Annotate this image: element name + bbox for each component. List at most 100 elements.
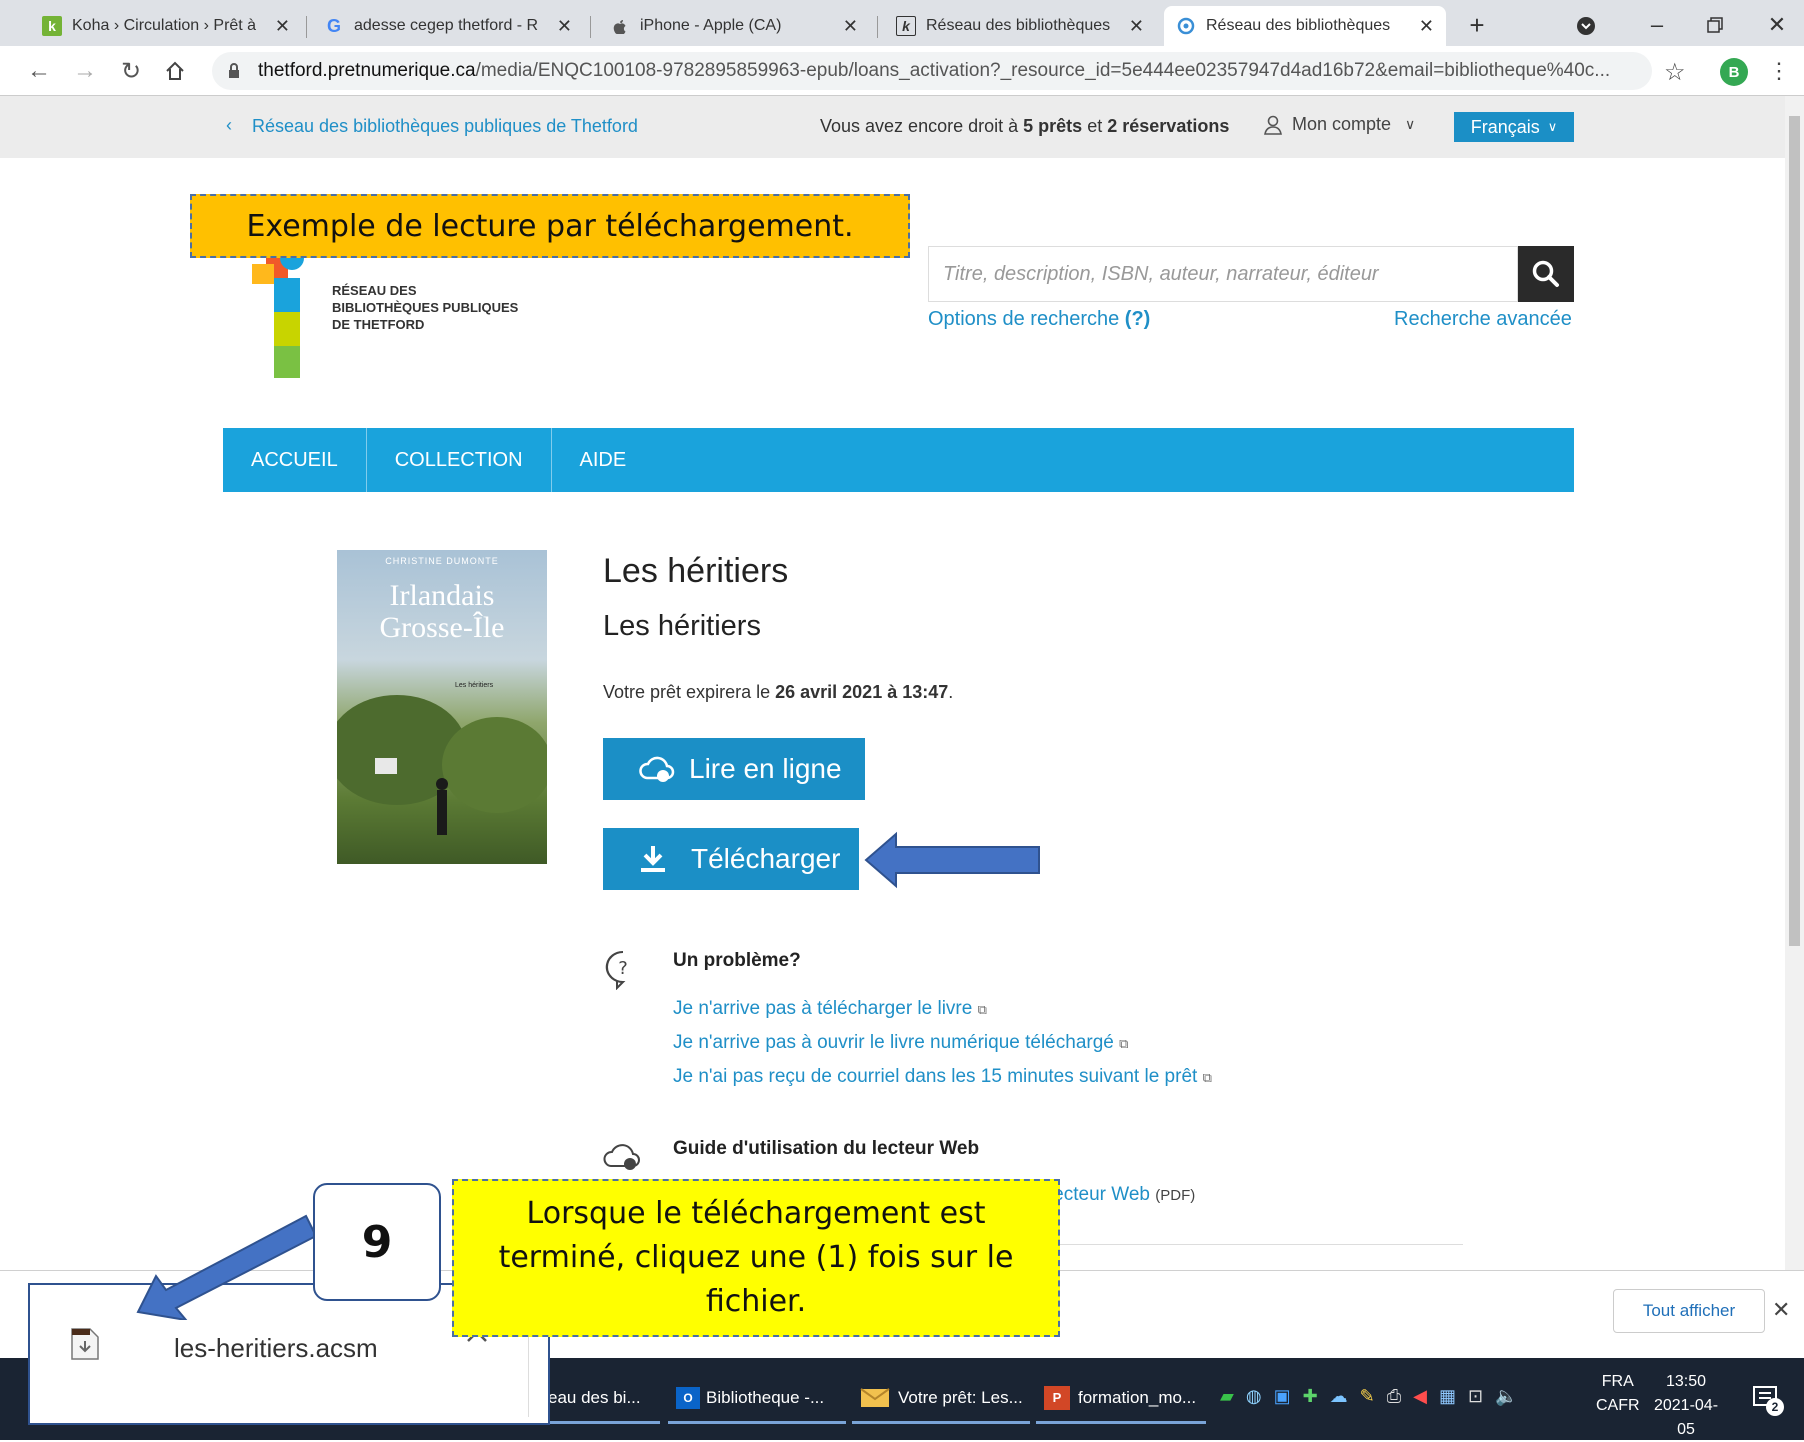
notification-count: 2	[1766, 1398, 1784, 1416]
external-link-icon: ⧉	[1119, 1036, 1129, 1051]
cloud-reader-icon	[602, 1138, 642, 1177]
logo-line-3: DE THETFORD	[332, 317, 425, 332]
nav-collection[interactable]: COLLECTION	[367, 428, 552, 492]
book-title: Les héritiers	[603, 552, 789, 590]
powerpoint-icon: P	[1044, 1385, 1070, 1410]
quota-prefix: Vous avez encore droit à	[820, 116, 1019, 136]
notification-center-icon[interactable]: 2	[1748, 1380, 1784, 1416]
page-scrollbar[interactable]	[1785, 96, 1804, 1270]
read-online-button[interactable]: Lire en ligne	[603, 738, 865, 800]
tab-title: Réseau des bibliothèques	[1206, 17, 1391, 34]
quota-loans-num: 5	[1023, 116, 1034, 136]
tray-shield-icon[interactable]: ✚	[1303, 1386, 1318, 1407]
profile-avatar[interactable]: B	[1720, 58, 1748, 86]
loan-suffix: .	[948, 682, 954, 702]
tray-printer-icon[interactable]: ⎙	[1387, 1386, 1401, 1407]
tray-network-icon[interactable]: ⊡	[1468, 1386, 1483, 1407]
new-tab-icon[interactable]: +	[1462, 10, 1492, 40]
help-link-download[interactable]: Je n'arrive pas à télécharger le livre ⧉	[673, 998, 987, 1020]
taskbar-item-outlook[interactable]: O Bibliotheque -...	[668, 1374, 846, 1424]
guide-title: Guide d'utilisation du lecteur Web	[673, 1138, 980, 1159]
book-cover[interactable]: CHRISTINE DUMONTE Irlandais Grosse-Île L…	[337, 550, 547, 864]
cover-author: CHRISTINE DUMONTE	[385, 556, 499, 566]
site-logo[interactable]	[252, 244, 304, 424]
taskbar-item-browser[interactable]: eau des bi...	[540, 1374, 660, 1424]
taskbar-label: Votre prêt: Les...	[898, 1387, 1023, 1407]
nav-accueil[interactable]: ACCUEIL	[223, 428, 367, 492]
tab-title: adesse cegep thetford - R	[354, 17, 539, 34]
step-number-badge: 9	[313, 1183, 441, 1301]
tab-koha[interactable]: k Koha › Circulation › Prêt à ✕	[30, 6, 302, 46]
tab-divider	[306, 16, 307, 38]
quota-and: et	[1087, 116, 1103, 136]
minimize-icon[interactable]: –	[1642, 10, 1672, 40]
back-arrow-icon[interactable]: ←	[22, 54, 56, 88]
taskbar-item-mail[interactable]: Votre prêt: Les...	[852, 1374, 1030, 1424]
tray-outlook-icon[interactable]: ▣	[1274, 1386, 1291, 1407]
page-content: ‹ Réseau des bibliothèques publiques de …	[0, 96, 1785, 1270]
reload-icon[interactable]: ↻	[114, 54, 148, 88]
svg-text:?: ?	[618, 958, 628, 979]
account-menu[interactable]: Mon compte ∨	[1264, 114, 1415, 135]
logo-text: RÉSEAU DES BIBLIOTHÈQUES PUBLIQUES DE TH…	[332, 282, 518, 333]
language-select[interactable]: Français ∨	[1454, 112, 1574, 142]
restore-icon[interactable]	[1700, 10, 1730, 40]
forward-arrow-icon[interactable]: →	[68, 54, 102, 88]
close-download-shelf-icon[interactable]: ✕	[1772, 1297, 1790, 1323]
help-link-email[interactable]: Je n'ai pas reçu de courriel dans les 15…	[673, 1066, 1212, 1088]
close-tab-icon[interactable]: ✕	[275, 16, 290, 37]
menu-kebab-icon[interactable]: ⋮	[1768, 58, 1790, 84]
clock[interactable]: 13:50 2021-04-05	[1646, 1370, 1726, 1442]
tab-reseau-active[interactable]: Réseau des bibliothèques ✕	[1164, 6, 1446, 46]
tab-apple[interactable]: iPhone - Apple (CA) ✕	[598, 6, 870, 46]
koha-icon: k	[42, 16, 62, 36]
tray-pen-icon[interactable]: ✎	[1360, 1386, 1375, 1407]
help-link-label: Je n'arrive pas à télécharger le livre	[673, 998, 973, 1019]
taskbar-item-powerpoint[interactable]: P formation_mo...	[1036, 1374, 1206, 1424]
close-tab-icon[interactable]: ✕	[557, 16, 572, 37]
close-tab-icon[interactable]: ✕	[1129, 16, 1144, 37]
show-all-downloads-button[interactable]: Tout afficher	[1613, 1289, 1765, 1333]
bookmark-star-icon[interactable]: ☆	[1664, 58, 1686, 87]
close-tab-icon[interactable]: ✕	[843, 16, 858, 37]
external-link-icon: ⧉	[977, 1002, 987, 1017]
back-chevron-icon[interactable]: ‹	[226, 115, 232, 136]
problem-title: Un problème?	[673, 950, 801, 971]
tray-network-globe-icon[interactable]: ◍	[1246, 1386, 1262, 1407]
tray-display-icon[interactable]: ▦	[1439, 1386, 1456, 1407]
search-button[interactable]	[1518, 246, 1574, 302]
advanced-search-link[interactable]: Recherche avancée	[1394, 308, 1572, 331]
browser-tab-bar: k Koha › Circulation › Prêt à ✕ G adesse…	[0, 0, 1804, 46]
tray-volume-icon[interactable]: 🔈	[1495, 1386, 1517, 1407]
tab-google[interactable]: G adesse cegep thetford - R ✕	[312, 6, 584, 46]
tab-reseau-koha[interactable]: k Réseau des bibliothèques ✕	[884, 6, 1156, 46]
close-window-icon[interactable]: ✕	[1762, 10, 1792, 40]
home-icon[interactable]	[158, 54, 192, 88]
search-options-label: Options de recherche	[928, 308, 1120, 330]
account-label: Mon compte	[1292, 114, 1392, 134]
tray-red-icon[interactable]: ◀	[1413, 1386, 1427, 1407]
tab-title: Réseau des bibliothèques	[926, 17, 1111, 34]
library-back-link[interactable]: Réseau des bibliothèques publiques de Th…	[252, 116, 638, 137]
scrollbar-thumb[interactable]	[1789, 116, 1800, 946]
search-input[interactable]: Titre, description, ISBN, auteur, narrat…	[928, 246, 1518, 302]
close-tab-icon[interactable]: ✕	[1419, 16, 1434, 37]
url-host: thetford.pretnumerique.ca	[258, 60, 476, 81]
koha-icon: k	[896, 16, 916, 36]
tab-search-icon[interactable]	[1574, 14, 1598, 38]
nav-aide[interactable]: AIDE	[552, 428, 655, 492]
tray-onedrive-icon[interactable]: ☁	[1330, 1386, 1348, 1407]
download-button[interactable]: Télécharger	[603, 828, 859, 890]
search-icon	[1532, 260, 1559, 287]
input-language[interactable]: FRA CAFR	[1596, 1370, 1640, 1418]
help-link-open[interactable]: Je n'arrive pas à ouvrir le livre numéri…	[673, 1032, 1128, 1054]
book-subtitle: Les héritiers	[603, 610, 761, 642]
address-bar[interactable]: thetford.pretnumerique.ca/media/ENQC1001…	[212, 52, 1652, 90]
external-link-icon: ⧉	[1202, 1070, 1212, 1085]
search-options-link[interactable]: Options de recherche (?)	[928, 308, 1150, 331]
download-label: Télécharger	[691, 843, 841, 874]
browser-toolbar: ← → ↻ thetford.pretnumerique.ca/media/EN…	[0, 46, 1804, 96]
tray-app-icon[interactable]: ▰	[1220, 1386, 1234, 1407]
taskbar-label: Bibliotheque -...	[706, 1387, 825, 1407]
search-placeholder: Titre, description, ISBN, auteur, narrat…	[943, 262, 1379, 285]
